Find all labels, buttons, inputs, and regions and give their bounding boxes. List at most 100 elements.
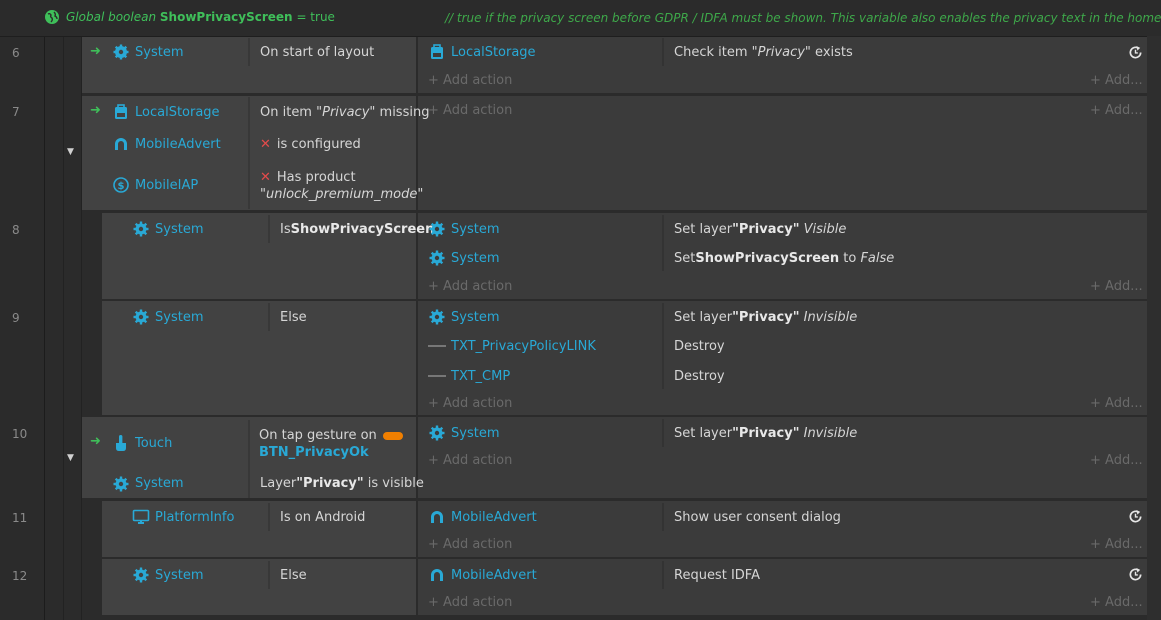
condition-object[interactable]: Touch bbox=[102, 420, 248, 466]
action-text[interactable]: Destroy bbox=[664, 332, 1104, 360]
async-icon bbox=[1128, 45, 1143, 60]
mobile-advert-icon bbox=[428, 508, 446, 526]
add-action-button[interactable]: + Add action bbox=[418, 68, 818, 92]
text: Has product bbox=[276, 170, 356, 185]
text: Set bbox=[674, 250, 696, 266]
condition-text[interactable]: Is on Android bbox=[270, 503, 416, 531]
condition-object[interactable]: System bbox=[122, 303, 268, 331]
text: Check item bbox=[674, 44, 748, 60]
condition-text[interactable]: On tap gesture on BTN_PrivacyOk bbox=[250, 420, 416, 466]
action-object[interactable]: System bbox=[418, 419, 662, 447]
condition-object[interactable]: MobileAdvert bbox=[102, 129, 248, 159]
action-object[interactable]: System bbox=[418, 303, 662, 331]
param: "Privacy" bbox=[732, 221, 800, 237]
action-object[interactable]: LocalStorage bbox=[418, 38, 662, 66]
action-text[interactable]: Set ShowPrivacyScreen to False bbox=[664, 244, 1104, 272]
condition-text[interactable]: ✕ Has product "unlock_premium_mode" bbox=[250, 165, 423, 209]
add-action-button[interactable]: + Add action bbox=[418, 98, 818, 122]
add-action-button[interactable]: + Add action bbox=[418, 532, 818, 556]
gear-icon bbox=[132, 220, 150, 238]
object-name: PlatformInfo bbox=[155, 509, 235, 525]
action-text[interactable]: Set layer "Privacy" Invisible bbox=[664, 303, 1104, 331]
action-object[interactable]: MobileAdvert bbox=[418, 561, 662, 589]
condition-object[interactable]: System bbox=[122, 561, 268, 589]
object-name: System bbox=[155, 221, 204, 237]
param: "Privacy" bbox=[732, 309, 800, 325]
param: Visible bbox=[803, 221, 847, 237]
text: Is bbox=[280, 221, 291, 237]
indent-line bbox=[63, 36, 64, 620]
action-text[interactable]: Destroy bbox=[664, 362, 1104, 390]
condition-text[interactable]: ✕ is configured bbox=[250, 129, 416, 159]
gear-icon bbox=[428, 220, 446, 238]
object-name: System bbox=[451, 309, 500, 325]
event-number: 10 bbox=[12, 427, 28, 441]
variable-name: ShowPrivacyScreen bbox=[159, 10, 293, 24]
trigger-arrow-icon: ➜ bbox=[90, 103, 101, 118]
object-name: MobileIAP bbox=[135, 177, 199, 193]
action-text[interactable]: Show user consent dialog bbox=[664, 503, 1104, 531]
object-name: TXT_CMP bbox=[451, 368, 511, 384]
object-name: System bbox=[135, 476, 184, 491]
gutter-line bbox=[44, 0, 45, 620]
text: Set layer bbox=[674, 309, 733, 325]
action-object[interactable]: MobileAdvert bbox=[418, 503, 662, 531]
variable-comment: // true if the privacy screen before GDP… bbox=[445, 11, 1161, 25]
gear-icon bbox=[112, 43, 130, 61]
action-object[interactable]: System bbox=[418, 215, 662, 243]
condition-object[interactable]: System bbox=[102, 38, 248, 66]
text: Set layer bbox=[674, 221, 733, 237]
condition-object[interactable]: LocalStorage bbox=[102, 97, 248, 127]
collapse-arrow-icon[interactable]: ▼ bbox=[67, 147, 74, 157]
event-number: 12 bbox=[12, 569, 28, 583]
condition-text[interactable]: Layer "Privacy" is visible bbox=[250, 470, 424, 497]
action-object[interactable]: System bbox=[418, 244, 662, 272]
action-text[interactable]: Check item "Privacy" exists bbox=[664, 38, 1104, 66]
trigger-arrow-icon: ➜ bbox=[90, 434, 101, 449]
add-action-button[interactable]: + Add action bbox=[418, 448, 818, 472]
add-action-button[interactable]: + Add action bbox=[418, 391, 818, 415]
local-storage-icon bbox=[112, 103, 130, 121]
gear-icon bbox=[132, 308, 150, 326]
action-object[interactable]: TXT_CMP bbox=[418, 362, 662, 390]
event-number: 7 bbox=[12, 105, 20, 119]
local-storage-icon bbox=[428, 43, 446, 61]
text: On item bbox=[260, 104, 312, 120]
action-object[interactable]: TXT_PrivacyPolicyLINK bbox=[418, 332, 662, 360]
event-number: 11 bbox=[12, 511, 28, 525]
action-text[interactable]: Request IDFA bbox=[664, 561, 1104, 589]
condition-text[interactable]: On item "Privacy" missing bbox=[250, 97, 429, 127]
global-variable-row[interactable]: Global boolean ShowPrivacyScreen = true … bbox=[0, 0, 1161, 37]
object-name: System bbox=[155, 309, 204, 325]
param: "Privacy" bbox=[751, 44, 811, 60]
action-text[interactable]: Set layer "Privacy" Visible bbox=[664, 215, 1104, 243]
invert-x-icon: ✕ bbox=[260, 136, 271, 152]
add-action-button[interactable]: + Add action bbox=[418, 590, 818, 614]
text: is visible bbox=[367, 476, 424, 491]
condition-object[interactable]: System bbox=[122, 215, 268, 243]
param: "unlock_premium_mode" bbox=[260, 187, 424, 202]
condition-text[interactable]: On start of layout bbox=[250, 38, 416, 66]
condition-text[interactable]: Is ShowPrivacyScreen bbox=[270, 215, 434, 243]
gear-icon bbox=[428, 424, 446, 442]
collapse-arrow-icon[interactable]: ▼ bbox=[67, 453, 74, 463]
event-gutter bbox=[0, 0, 44, 620]
text: is configured bbox=[276, 136, 361, 152]
right-margin bbox=[1147, 36, 1161, 620]
object-name: LocalStorage bbox=[135, 104, 220, 120]
globe-icon bbox=[44, 9, 60, 25]
condition-text[interactable]: Else bbox=[270, 303, 416, 331]
async-icon bbox=[1128, 509, 1143, 524]
variable-type: Global boolean bbox=[66, 10, 157, 24]
object-name: Touch bbox=[135, 435, 173, 451]
object-name: LocalStorage bbox=[451, 44, 536, 60]
condition-object[interactable]: System bbox=[102, 470, 248, 497]
object-param: BTN_PrivacyOk bbox=[259, 445, 369, 460]
condition-object[interactable]: $ MobileIAP bbox=[102, 163, 248, 207]
object-name: System bbox=[451, 250, 500, 266]
param: "Privacy" bbox=[732, 425, 800, 441]
add-action-button[interactable]: + Add action bbox=[418, 274, 818, 298]
condition-object[interactable]: PlatformInfo bbox=[122, 503, 268, 531]
action-text[interactable]: Set layer "Privacy" Invisible bbox=[664, 419, 1104, 447]
condition-text[interactable]: Else bbox=[270, 561, 416, 589]
